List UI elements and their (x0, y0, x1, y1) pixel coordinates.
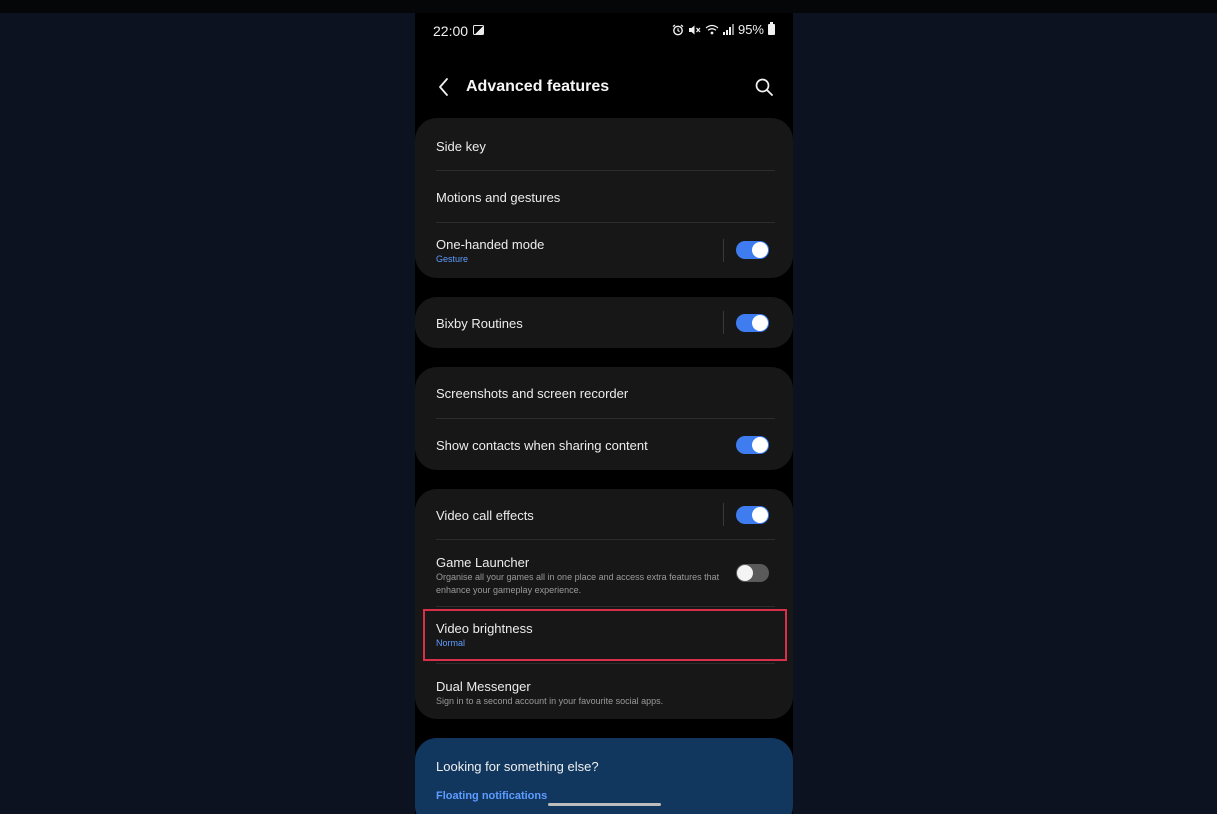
game-launcher-item[interactable]: Game Launcher Organise all your games al… (436, 540, 775, 607)
top-strip (0, 0, 1217, 13)
side-key-item[interactable]: Side key (436, 118, 775, 171)
status-bar: 22:00 95% (415, 13, 793, 49)
phone-screen: 22:00 95% Advanced features Side key Mot… (415, 13, 793, 814)
show-contacts-when-sharing-item[interactable]: Show contacts when sharing content (436, 419, 775, 470)
toggle-knob (737, 565, 753, 581)
show-contacts-toggle[interactable] (736, 436, 769, 454)
mute-icon (688, 25, 701, 34)
page-title: Advanced features (466, 78, 610, 95)
home-indicator[interactable] (548, 803, 661, 806)
item-title: One-handed mode (436, 237, 545, 252)
status-time: 22:00 (433, 23, 469, 39)
item-title: Video brightness (436, 621, 533, 636)
alarm-icon (672, 23, 684, 35)
vertical-divider (723, 503, 724, 526)
item-subtitle: Gesture (436, 254, 469, 264)
status-icons: 95% (672, 22, 775, 37)
item-description: Organise all your games all in one place… (436, 572, 720, 595)
one-handed-mode-item[interactable]: One-handed mode Gesture (436, 223, 775, 278)
settings-group-1: Side key Motions and gestures One-handed… (415, 118, 793, 278)
item-subtitle: Normal (436, 638, 466, 648)
search-button[interactable] (753, 76, 775, 98)
toggle-knob (752, 507, 768, 523)
search-icon (755, 78, 773, 96)
wifi-icon (705, 24, 719, 35)
item-title: Show contacts when sharing content (436, 438, 648, 453)
one-handed-mode-toggle[interactable] (736, 241, 769, 259)
looking-title: Looking for something else? (436, 759, 599, 774)
bixby-routines-item[interactable]: Bixby Routines (436, 297, 775, 348)
video-call-effects-item[interactable]: Video call effects (436, 489, 775, 540)
settings-group-2: Bixby Routines (415, 297, 793, 348)
vertical-divider (723, 239, 724, 262)
video-call-effects-toggle[interactable] (736, 506, 769, 524)
battery-percent: 95% (737, 22, 764, 37)
floating-notifications-link[interactable]: Floating notifications (436, 790, 547, 802)
item-title: Game Launcher (436, 555, 530, 570)
settings-group-4: Video call effects Game Launcher Organis… (415, 489, 793, 719)
item-title: Dual Messenger (436, 679, 531, 694)
toggle-knob (752, 242, 768, 258)
item-title: Motions and gestures (436, 190, 561, 205)
bixby-routines-toggle[interactable] (736, 314, 769, 332)
toggle-knob (752, 437, 768, 453)
back-button[interactable] (433, 75, 455, 99)
app-bar: Advanced features (415, 65, 793, 109)
video-brightness-item[interactable]: Video brightness Normal (436, 607, 775, 664)
signal-icon (722, 24, 734, 35)
item-title: Video call effects (436, 508, 534, 523)
toggle-knob (752, 315, 768, 331)
gallery-icon (473, 25, 484, 35)
motions-and-gestures-item[interactable]: Motions and gestures (436, 171, 775, 223)
item-title: Bixby Routines (436, 316, 523, 331)
dual-messenger-item[interactable]: Dual Messenger Sign in to a second accou… (436, 664, 775, 719)
game-launcher-toggle[interactable] (736, 564, 769, 582)
item-description: Sign in to a second account in your favo… (436, 696, 664, 706)
settings-group-3: Screenshots and screen recorder Show con… (415, 367, 793, 470)
vertical-divider (723, 311, 724, 334)
chevron-left-icon (439, 78, 448, 96)
item-title: Screenshots and screen recorder (436, 386, 629, 401)
screenshots-and-screen-recorder-item[interactable]: Screenshots and screen recorder (436, 367, 775, 419)
item-title: Side key (436, 139, 486, 154)
battery-icon (768, 22, 775, 35)
